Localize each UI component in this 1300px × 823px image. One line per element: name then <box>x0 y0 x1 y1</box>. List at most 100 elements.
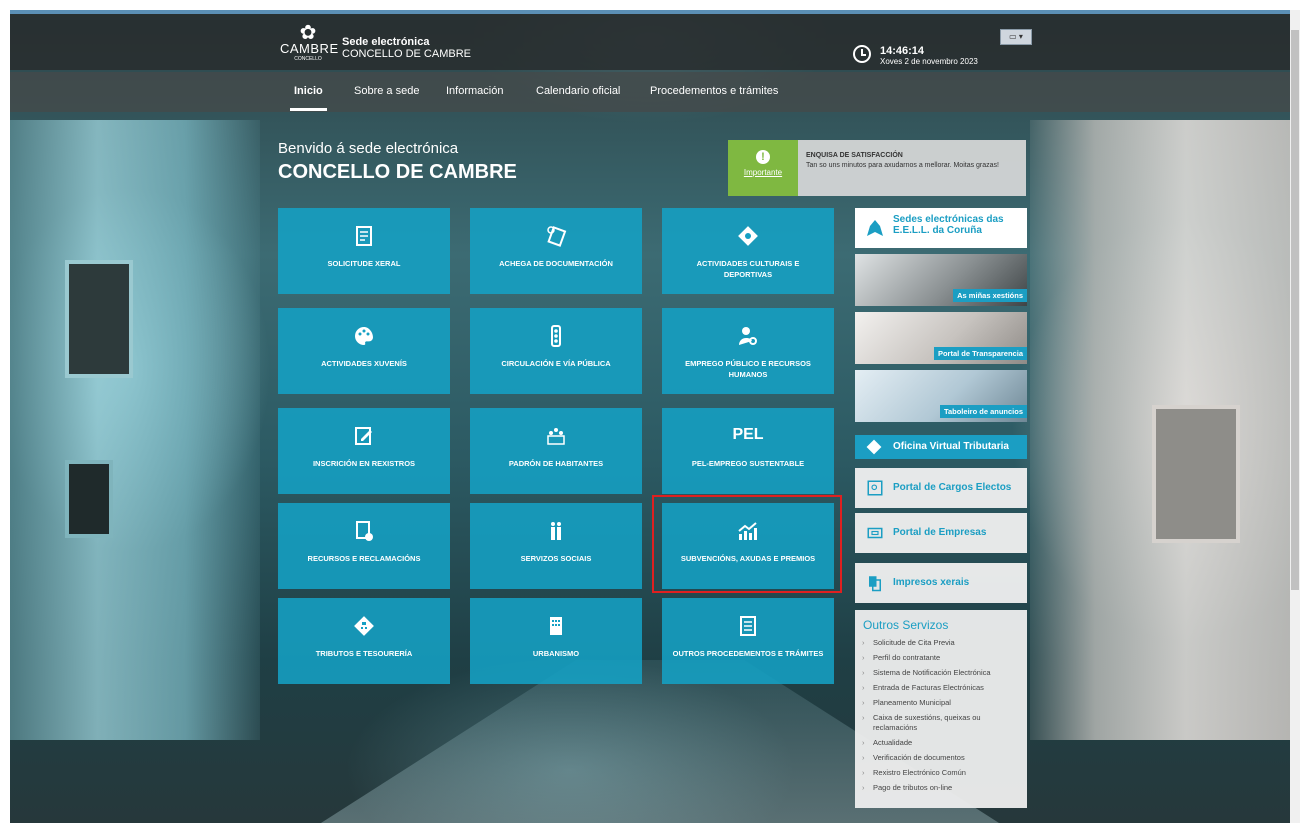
highlight-box <box>652 495 842 593</box>
survey-banner[interactable]: ! Importante ENQUISA DE SATISFACCIÓN Tan… <box>728 140 1026 196</box>
palette-icon <box>278 324 450 348</box>
empresas-label: Portal de Empresas <box>893 527 987 538</box>
datetime: 14:46:14 Xoves 2 de novembro 2023 <box>880 45 978 67</box>
tile-label: PADRÓN DE HABITANTES <box>508 459 604 468</box>
nav-sobre-a-sede[interactable]: Sobre a sede <box>354 85 419 97</box>
background-window <box>65 260 133 378</box>
tile-achega-documentacion[interactable]: ACHEGA DE DOCUMENTACIÓN <box>470 208 642 294</box>
nav-inicio[interactable]: Inicio <box>290 85 327 111</box>
site-title: Sede electrónica CONCELLO DE CAMBRE <box>342 36 471 60</box>
nav-procedementos[interactable]: Procedementos e trámites <box>650 85 778 97</box>
oficina-virtual-link[interactable]: Oficina Virtual Tributaria <box>855 435 1027 459</box>
tile-label: EMPREGO PÚBLICO E RECURSOS HUMANOS <box>685 359 811 379</box>
welcome-line2: CONCELLO DE CAMBRE <box>278 161 517 183</box>
tile-urbanismo[interactable]: URBANISMO <box>470 598 642 684</box>
outros-title: Outros Servizos <box>863 618 949 632</box>
list-item[interactable]: Actualidade <box>861 738 1023 748</box>
site-title-line1: Sede electrónica <box>342 36 430 48</box>
building-icon <box>470 614 642 638</box>
tile-label: SOLICITUDE XERAL <box>327 259 401 268</box>
map-pin-icon <box>867 220 883 236</box>
transparencia-label: Portal de Transparencia <box>933 347 1027 360</box>
list-item[interactable]: Caixa de suxestións, queixas ou reclamac… <box>861 713 1023 733</box>
flower-icon: ✿ <box>299 22 317 44</box>
oficina-label: Oficina Virtual Tributaria <box>893 441 1009 452</box>
tile-actividades-culturais[interactable]: ACTIVIDADES CULTURAIS E DEPORTIVAS <box>662 208 834 294</box>
portal-transparencia-banner[interactable]: Portal de Transparencia <box>855 312 1027 364</box>
list-item[interactable]: Perfil do contratante <box>861 653 1023 663</box>
list-item[interactable]: Planeamento Municipal <box>861 698 1023 708</box>
cargos-label: Portal de Cargos Electos <box>893 482 1012 493</box>
exclamation-icon: ! <box>756 150 770 164</box>
tile-label: OUTROS PROCEDEMENTOS E TRÁMITES <box>672 649 824 658</box>
cambre-logo[interactable]: ✿ CAMBRE CONCELLO <box>280 22 339 66</box>
ticket-icon <box>662 224 834 248</box>
impresos-xerais-link[interactable]: Impresos xerais <box>855 563 1027 603</box>
tile-recursos-reclamacions[interactable]: RECURSOS E RECLAMACIÓNS <box>278 503 450 589</box>
tile-label: INSCRICIÓN EN REXISTROS <box>312 459 416 468</box>
tile-label: PEL-EMPREGO SUSTENTABLE <box>691 459 805 468</box>
portal-empresas-link[interactable]: Portal de Empresas <box>855 513 1027 553</box>
logo-subtext: CONCELLO <box>294 56 322 62</box>
list-item[interactable]: Rexistro Electrónico Común <box>861 768 1023 778</box>
date-text: Xoves 2 de novembro 2023 <box>880 57 978 66</box>
important-badge[interactable]: ! Importante <box>728 140 798 196</box>
taboleiro-anuncios-banner[interactable]: Taboleiro de anuncios <box>855 370 1027 422</box>
mis-xestions-banner[interactable]: As miñas xestións <box>855 254 1027 306</box>
nav-calendario-oficial[interactable]: Calendario oficial <box>536 85 620 97</box>
pel-text-icon: PEL <box>732 426 764 443</box>
survey-text: ENQUISA DE SATISFACCIÓN Tan so uns minut… <box>806 151 1020 171</box>
tile-label: ACHEGA DE DOCUMENTACIÓN <box>499 259 613 268</box>
tile-circulacion[interactable]: CIRCULACIÓN E VÍA PÚBLICA <box>470 308 642 394</box>
taboleiro-label: Taboleiro de anuncios <box>939 405 1027 418</box>
important-label[interactable]: Importante <box>728 168 798 177</box>
list-item[interactable]: Pago de tributos on-line <box>861 783 1023 793</box>
tile-label: CIRCULACIÓN E VÍA PÚBLICA <box>501 359 611 368</box>
tile-servizos-sociais[interactable]: SERVIZOS SOCIAIS <box>470 503 642 589</box>
edit-icon <box>278 424 450 448</box>
survey-description: Tan so uns minutos para axudarnos a mell… <box>806 162 999 169</box>
portal-cargos-link[interactable]: Portal de Cargos Electos <box>855 468 1027 508</box>
scrollbar-thumb[interactable] <box>1291 30 1299 590</box>
list-item[interactable]: Sistema de Notificación Electrónica <box>861 668 1023 678</box>
list-item[interactable]: Verificación de documentos <box>861 753 1023 763</box>
nav-informacion[interactable]: Información <box>446 85 503 97</box>
clock-icon <box>853 45 871 63</box>
tile-actividades-xuvenis[interactable]: ACTIVIDADES XUVENÍS <box>278 308 450 394</box>
tile-pel-emprego[interactable]: PEL PEL-EMPREGO SUSTENTABLE <box>662 408 834 494</box>
tile-label: URBANISMO <box>532 649 580 658</box>
tile-outros-procedementos[interactable]: OUTROS PROCEDEMENTOS E TRÁMITES <box>662 598 834 684</box>
sedes-electronicas-link[interactable]: Sedes electrónicas das E.E.L.L. da Coruñ… <box>855 208 1027 248</box>
forms-icon <box>869 576 881 592</box>
welcome-line1: Benvido á sede electrónica <box>278 140 459 157</box>
document-clock-icon <box>278 519 450 543</box>
calculator-icon <box>278 614 450 638</box>
tile-label: ACTIVIDADES CULTURAIS E DEPORTIVAS <box>696 259 800 279</box>
tile-inscricion-rexistros[interactable]: INSCRICIÓN EN REXISTROS <box>278 408 450 494</box>
language-selector[interactable]: ▭ ▾ <box>1000 29 1032 45</box>
document-icon <box>278 224 450 248</box>
family-icon <box>470 519 642 543</box>
people-icon <box>470 424 642 448</box>
tile-tributos[interactable]: TRIBUTOS E TESOURERÍA <box>278 598 450 684</box>
list-item[interactable]: Solicitude de Cita Previa <box>861 638 1023 648</box>
user-search-icon <box>662 324 834 348</box>
background-wall-left <box>10 120 260 740</box>
flag-icon: ▭ <box>1009 32 1017 41</box>
background-photo <box>10 10 1290 823</box>
outros-list: Solicitude de Cita Previa Perfil do cont… <box>861 638 1023 798</box>
tile-padron-habitantes[interactable]: PADRÓN DE HABITANTES <box>470 408 642 494</box>
impresos-label: Impresos xerais <box>893 577 970 588</box>
tile-label: TRIBUTOS E TESOURERÍA <box>315 649 413 658</box>
tile-label: SERVIZOS SOCIAIS <box>520 554 592 563</box>
logo-text: CAMBRE <box>280 41 339 56</box>
background-window <box>65 460 113 538</box>
tile-emprego-publico[interactable]: EMPREGO PÚBLICO E RECURSOS HUMANOS <box>662 308 834 394</box>
tile-solicitude-xeral[interactable]: SOLICITUDE XERAL <box>278 208 450 294</box>
survey-title: ENQUISA DE SATISFACCIÓN <box>806 152 903 159</box>
traffic-light-icon <box>470 324 642 348</box>
documents-icon <box>470 224 642 248</box>
company-icon <box>867 527 883 539</box>
site-header: ✿ CAMBRE CONCELLO Sede electrónica CONCE… <box>10 10 1290 70</box>
list-item[interactable]: Entrada de Facturas Electrónicas <box>861 683 1023 693</box>
